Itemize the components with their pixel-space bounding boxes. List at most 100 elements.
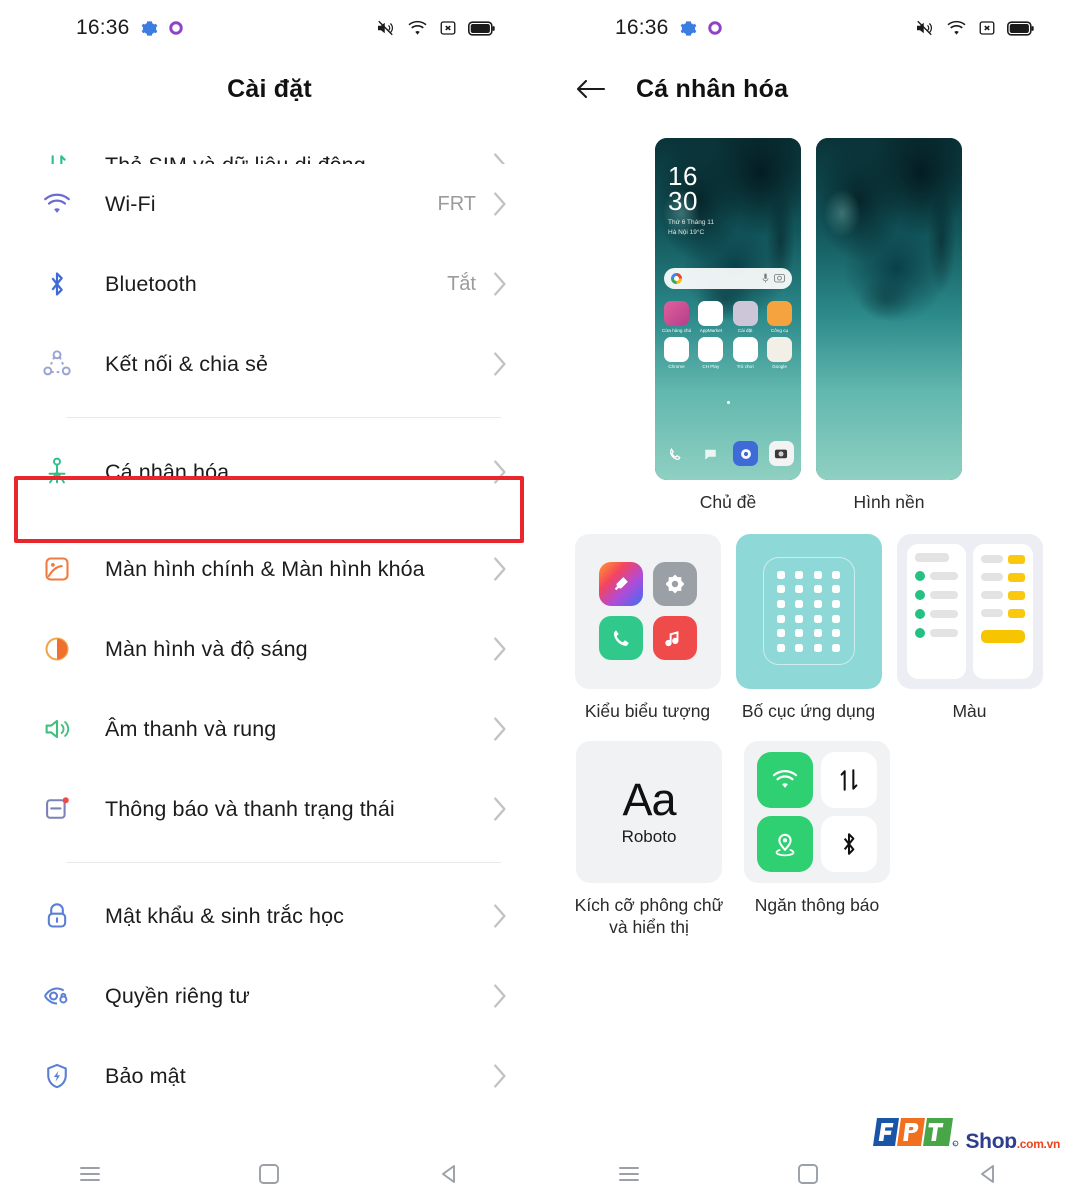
status-bar-right: 16:36	[539, 0, 1078, 56]
chevron-right-icon	[492, 636, 509, 662]
phone-app-icon	[598, 616, 643, 661]
home-button[interactable]	[773, 1154, 843, 1194]
bluetooth-icon	[38, 270, 76, 298]
phone-icon	[662, 441, 687, 466]
app-google-folder-icon	[766, 337, 792, 363]
page-title: Cài đặt	[227, 74, 312, 103]
list-divider	[66, 417, 501, 418]
chevron-right-icon	[492, 983, 509, 1009]
grid-row-3: Aa Roboto Kích cỡ phông chữ và hiển thị	[569, 740, 1048, 939]
battery-icon	[468, 20, 495, 36]
app-label: Google	[772, 364, 787, 370]
status-bar-left-group: 16:36	[76, 16, 183, 40]
personalization-grid: 16 30 Thứ 6 Tháng 11 Hà Nội 19°C Cửa hàn…	[539, 138, 1078, 939]
back-button[interactable]	[414, 1154, 484, 1194]
chevron-right-icon	[492, 796, 509, 822]
app-chrome-icon	[664, 337, 689, 363]
back-arrow-icon[interactable]	[575, 77, 607, 101]
app-label: AppMarket	[699, 328, 722, 333]
sidebar-item-home-lock-screen[interactable]: Màn hình chính & Màn hình khóa	[0, 529, 539, 609]
sidebar-item-sound-vibration[interactable]: Âm thanh và rung	[0, 689, 539, 769]
notification-statusbar-icon	[38, 795, 76, 823]
grid-row-1: 16 30 Thứ 6 Tháng 11 Hà Nội 19°C Cửa hàn…	[569, 138, 1048, 514]
app-item: Cài đặt	[731, 301, 760, 333]
status-bar-right-group	[375, 19, 495, 37]
page-indicator	[655, 391, 801, 409]
font-name-text: Roboto	[621, 826, 677, 846]
page-title: Cá nhân hóa	[636, 74, 789, 103]
color-panel-left	[906, 543, 966, 679]
chevron-right-icon	[492, 716, 509, 742]
gear-icon	[141, 20, 158, 37]
app-layout-preview[interactable]	[735, 533, 882, 689]
chevron-right-icon	[492, 903, 509, 929]
recents-button[interactable]	[55, 1154, 125, 1194]
grid-row-2: Kiểu biểu tượng Bố cục ứng dụng Màu	[569, 533, 1048, 723]
back-button[interactable]	[953, 1154, 1023, 1194]
home-button[interactable]	[234, 1154, 304, 1194]
sidebar-item-bluetooth[interactable]: Bluetooth Tắt	[0, 244, 539, 324]
vibrate-off-icon	[914, 19, 935, 37]
app-settings-icon	[732, 301, 758, 326]
password-biometric-icon	[38, 902, 76, 930]
card-label: Kiểu biểu tượng	[584, 700, 711, 721]
no-signal-icon	[978, 19, 996, 37]
color-preview[interactable]	[896, 533, 1043, 689]
chevron-right-icon	[492, 351, 509, 377]
sidebar-item-connection-share[interactable]: Kết nối & chia sẻ	[0, 324, 539, 404]
location-icon	[757, 815, 813, 872]
icon-style-preview[interactable]	[574, 533, 721, 689]
card-theme[interactable]: 16 30 Thứ 6 Tháng 11 Hà Nội 19°C Cửa hàn…	[655, 138, 801, 514]
wallpaper-preview[interactable]	[816, 138, 962, 480]
theme-app-icon	[598, 562, 643, 607]
font-size-preview[interactable]: Aa Roboto	[576, 740, 722, 883]
app-play-store-icon	[698, 337, 724, 363]
card-font-size[interactable]: Aa Roboto Kích cỡ phông chữ và hiển thị	[569, 740, 729, 939]
card-color[interactable]: Màu	[896, 533, 1043, 723]
app-row: Cửa hàng chủ đề AppMarket Cài đặt	[662, 301, 794, 333]
chevron-right-icon	[492, 271, 509, 297]
list-divider	[66, 862, 501, 863]
card-notification-panel[interactable]: Ngăn thông báo	[744, 740, 890, 939]
card-label: Chủ đề	[699, 492, 757, 512]
notification-panel-preview[interactable]	[744, 740, 890, 883]
app-item: Cửa hàng chủ đề	[662, 301, 691, 333]
card-app-layout[interactable]: Bố cục ứng dụng	[735, 533, 882, 723]
sidebar-item-notification-statusbar[interactable]: Thông báo và thanh trạng thái	[0, 769, 539, 849]
sidebar-item-password-biometric[interactable]: Mật khẩu & sinh trắc học	[0, 876, 539, 956]
wifi-icon	[757, 751, 813, 808]
chevron-right-icon	[492, 1063, 509, 1089]
navigation-bar-left	[0, 1148, 539, 1200]
sidebar-item-sim-data[interactable]: Thẻ SIM và dữ liệu di động	[0, 122, 539, 164]
card-icon-style[interactable]: Kiểu biểu tượng	[574, 533, 721, 723]
sidebar-item-display-brightness[interactable]: Màn hình và độ sáng	[0, 609, 539, 689]
clock-minutes: 30	[668, 185, 698, 216]
wifi-icon	[38, 192, 76, 216]
settings-app-icon	[652, 562, 697, 607]
sidebar-item-security[interactable]: Bảo mật	[0, 1036, 539, 1116]
chevron-right-icon	[492, 191, 509, 217]
sidebar-item-privacy[interactable]: Quyền riêng tư	[0, 956, 539, 1036]
chevron-right-icon	[492, 459, 509, 485]
theme-preview[interactable]: 16 30 Thứ 6 Tháng 11 Hà Nội 19°C Cửa hàn…	[655, 138, 801, 480]
recents-button[interactable]	[594, 1154, 664, 1194]
wifi-icon	[407, 20, 428, 37]
sidebar-item-wifi[interactable]: Wi-Fi FRT	[0, 164, 539, 244]
battery-icon	[1007, 20, 1034, 36]
circle-icon	[707, 21, 722, 35]
card-wallpaper[interactable]: Hình nền	[816, 138, 962, 514]
personalization-icon	[38, 457, 76, 487]
app-item: AppMarket	[696, 301, 725, 333]
settings-title-bar: Cài đặt	[0, 56, 539, 122]
vibrate-off-icon	[375, 19, 396, 37]
font-sample-text: Aa	[622, 773, 676, 825]
sidebar-item-label: Wi-Fi	[105, 191, 156, 216]
display-brightness-icon	[38, 635, 76, 663]
sidebar-item-personalization[interactable]: Cá nhân hóa	[0, 431, 539, 513]
card-label: Hình nền	[853, 492, 925, 512]
no-signal-icon	[439, 19, 457, 37]
circle-icon	[168, 21, 183, 35]
dual-screenshot: 16:36 Cài đặt Wi-Fi FRT Bluetooth Tắt Kế…	[0, 0, 1078, 1200]
browser-icon	[733, 441, 759, 466]
app-games-icon	[732, 337, 758, 363]
